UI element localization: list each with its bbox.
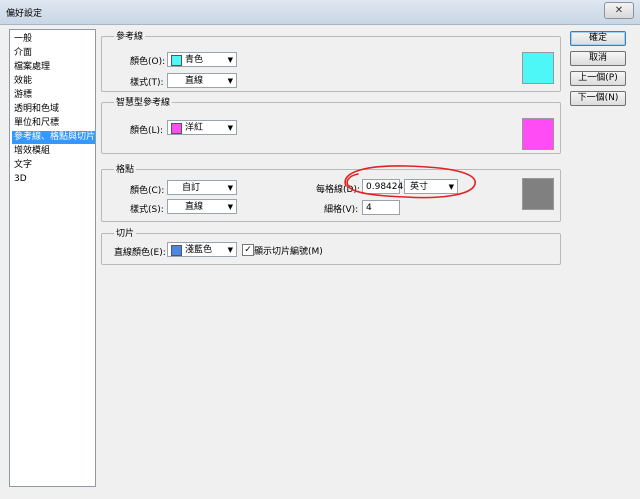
grid-group-title: 格點 [114, 162, 137, 175]
chevron-down-icon: ▼ [227, 124, 233, 132]
slices-group-title: 切片 [114, 226, 137, 239]
show-slice-numbers-label[interactable]: 顯示切片編號(M) [254, 244, 323, 257]
guides-style-label: 樣式(T): [130, 78, 164, 88]
gridline-unit-value: 英寸 [410, 182, 429, 192]
gridline-every-label: 每格線(D): [316, 185, 360, 195]
grid-style-label: 樣式(S): [130, 205, 164, 215]
sidebar-item-general[interactable]: 一般 [12, 33, 95, 46]
sidebar-item-cursors[interactable]: 游標 [12, 89, 95, 102]
chevron-down-icon: ▼ [227, 56, 233, 64]
guides-group: 參考線 顏色(O): 青色 ▼ 樣式(T): 直線 ▼ [101, 29, 561, 92]
sidebar-item-units[interactable]: 單位和尺標 [12, 117, 95, 130]
prev-button[interactable]: 上一個(P) [570, 71, 626, 86]
ok-button[interactable]: 確定 [570, 31, 626, 46]
sidebar-item-performance[interactable]: 效能 [12, 75, 95, 88]
subdivisions-label: 細格(V): [324, 205, 359, 215]
sidebar-item-file-handling[interactable]: 檔案處理 [12, 61, 95, 74]
sidebar-item-3d[interactable]: 3D [12, 173, 95, 186]
grid-color-value: 自訂 [182, 183, 201, 193]
guides-color-preview[interactable] [522, 52, 554, 84]
guides-group-title: 參考線 [114, 29, 146, 42]
category-list[interactable]: 一般 介面 檔案處理 效能 游標 透明和色域 單位和尺標 參考線、格點與切片 增… [9, 29, 96, 487]
guides-color-label: 顏色(O): [130, 57, 166, 67]
slice-color-swatch [171, 245, 182, 256]
window-title: 偏好設定 [6, 9, 43, 19]
sidebar-item-interface[interactable]: 介面 [12, 47, 95, 60]
slice-line-color-select[interactable]: 淺藍色 ▼ [167, 242, 237, 257]
sidebar-item-type[interactable]: 文字 [12, 159, 95, 172]
smart-guides-color-label: 顏色(L): [130, 126, 164, 136]
cancel-button[interactable]: 取消 [570, 51, 626, 66]
gridline-unit-select[interactable]: 英寸 ▼ [404, 179, 458, 194]
smart-guides-color-select[interactable]: 洋紅 ▼ [167, 120, 237, 135]
chevron-down-icon: ▼ [227, 246, 233, 254]
smart-guides-group: 智慧型參考線 顏色(L): 洋紅 ▼ [101, 95, 561, 154]
preferences-dialog: 偏好設定 ✕ 一般 介面 檔案處理 效能 游標 透明和色域 單位和尺標 參考線、… [0, 0, 640, 499]
guides-color-value: 青色 [185, 55, 204, 65]
sidebar-item-transparency[interactable]: 透明和色域 [12, 103, 95, 116]
guides-style-select[interactable]: 直線 ▼ [167, 73, 237, 88]
title-bar: 偏好設定 ✕ [0, 0, 640, 25]
smart-guides-color-value: 洋紅 [185, 123, 204, 133]
grid-style-value: 直線 [185, 202, 204, 212]
gridline-every-input[interactable]: 0.98424 [362, 179, 403, 194]
close-button[interactable]: ✕ [604, 2, 634, 19]
smart-guides-group-title: 智慧型參考線 [114, 95, 173, 108]
grid-group: 格點 顏色(C): 自訂 ▼ 樣式(S): 直線 ▼ 每格線(D): 0.984… [101, 162, 561, 222]
guides-color-swatch [171, 55, 182, 66]
slice-line-color-label: 直線顏色(E): [114, 248, 166, 258]
chevron-down-icon: ▼ [227, 184, 233, 192]
chevron-down-icon: ▼ [448, 183, 454, 191]
guides-style-value: 直線 [185, 76, 204, 86]
chevron-down-icon: ▼ [227, 77, 233, 85]
next-button[interactable]: 下一個(N) [570, 91, 626, 106]
slices-group: 切片 直線顏色(E): 淺藍色 ▼ ✓ 顯示切片編號(M) [101, 226, 561, 265]
smart-guides-color-swatch [171, 123, 182, 134]
grid-color-preview[interactable] [522, 178, 554, 210]
chevron-down-icon: ▼ [227, 203, 233, 211]
smart-guides-color-preview[interactable] [522, 118, 554, 150]
show-slice-numbers-checkbox[interactable]: ✓ [242, 244, 254, 256]
grid-color-label: 顏色(C): [130, 186, 165, 196]
slice-line-color-value: 淺藍色 [185, 245, 213, 255]
sidebar-item-plugins[interactable]: 增效模組 [12, 145, 95, 158]
subdivisions-input[interactable]: 4 [362, 200, 400, 215]
guides-color-select[interactable]: 青色 ▼ [167, 52, 237, 67]
grid-color-select[interactable]: 自訂 ▼ [167, 180, 237, 195]
sidebar-item-guides-grid-slices[interactable]: 參考線、格點與切片 [12, 131, 95, 144]
grid-style-select[interactable]: 直線 ▼ [167, 199, 237, 214]
